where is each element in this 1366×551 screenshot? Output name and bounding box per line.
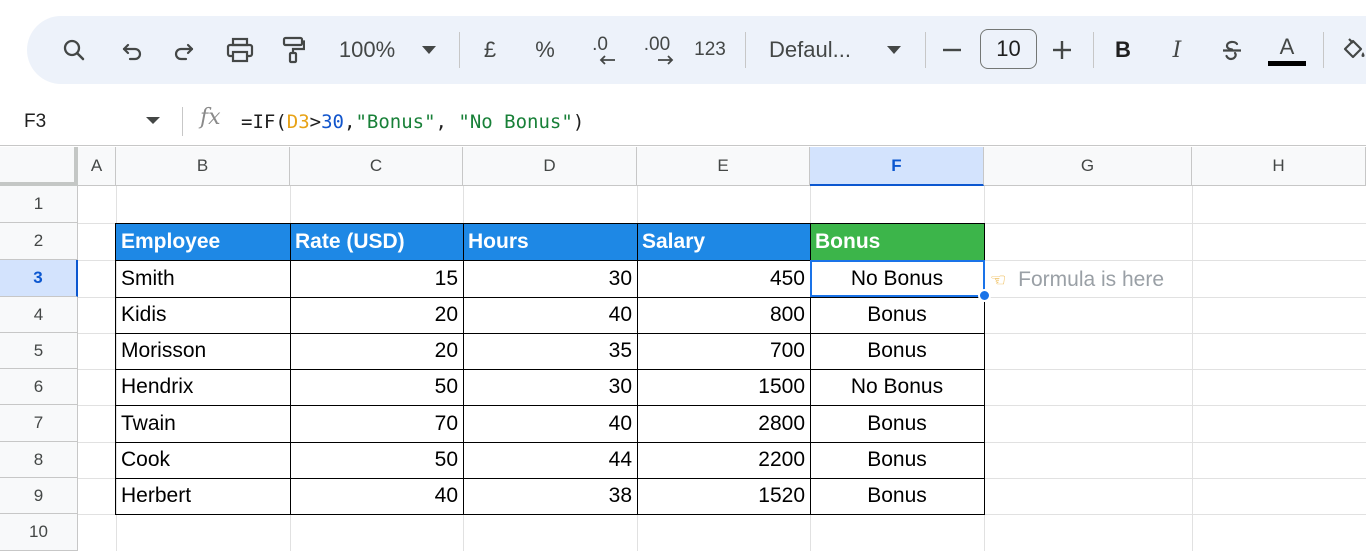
row-header-7[interactable]: 7 [0, 405, 78, 442]
chevron-down-icon[interactable] [146, 117, 160, 124]
chevron-down-icon[interactable] [419, 16, 439, 84]
font-select[interactable]: Defaul... [769, 16, 865, 84]
annotation-note: ☜ Formula is here [990, 262, 1164, 298]
formula-string: "No Bonus" [458, 110, 573, 133]
annotation-text: Formula is here [1018, 268, 1165, 291]
undo-icon[interactable] [116, 16, 148, 84]
row-header-4[interactable]: 4 [0, 297, 78, 333]
column-header-f[interactable]: F [810, 147, 984, 186]
column-header-b[interactable]: B [116, 147, 290, 186]
percent-button[interactable]: % [532, 16, 558, 84]
row-header-2[interactable]: 2 [0, 223, 78, 260]
print-icon[interactable] [222, 16, 258, 84]
name-box[interactable]: F3 [24, 97, 46, 146]
active-cell-selection [810, 260, 985, 297]
formula-input[interactable]: =IF(D3 >30, "Bonus", "No Bonus") [241, 97, 584, 146]
formula-string: "Bonus" [355, 110, 436, 133]
text-color-swatch [1268, 60, 1306, 66]
strikethrough-icon[interactable] [1217, 16, 1247, 84]
row-header-8[interactable]: 8 [0, 442, 78, 478]
spreadsheet-grid: A B C D E F G H 1 2 3 4 5 6 7 8 9 10 Emp… [0, 147, 1366, 551]
italic-button[interactable]: I [1165, 16, 1189, 84]
column-header-a[interactable]: A [78, 147, 116, 186]
column-header-g[interactable]: G [984, 147, 1192, 186]
formula-bar: F3 fx =IF(D3 >30, "Bonus", "No Bonus") [0, 97, 1366, 146]
search-icon[interactable] [57, 16, 91, 84]
select-all-corner[interactable] [0, 147, 78, 186]
column-header-d[interactable]: D [463, 147, 637, 186]
pointing-hand-icon: ☜ [990, 269, 1007, 290]
formula-operator: > [309, 110, 322, 133]
formula-comma: , [344, 110, 356, 133]
row-header-10[interactable]: 10 [0, 514, 78, 551]
redo-icon[interactable] [168, 16, 200, 84]
currency-button[interactable]: £ [479, 16, 501, 84]
minus-icon[interactable] [941, 16, 963, 84]
toolbar-divider [459, 32, 460, 68]
table-border [116, 369, 984, 370]
toolbar-divider [745, 32, 746, 68]
paint-format-icon[interactable] [277, 16, 309, 84]
arrow-right-icon [658, 55, 674, 65]
table-border [116, 442, 984, 443]
row-header-9[interactable]: 9 [0, 478, 78, 514]
toolbar-divider [1323, 32, 1324, 68]
plus-icon[interactable] [1051, 16, 1073, 84]
chevron-down-icon[interactable] [884, 16, 904, 84]
table-border [116, 478, 984, 479]
toolbar-divider [1093, 32, 1094, 68]
toolbar-divider [925, 32, 926, 68]
row-header-6[interactable]: 6 [0, 369, 78, 405]
bold-button[interactable]: B [1111, 16, 1135, 84]
formula-bar-divider [182, 107, 183, 136]
decrease-decimal-button[interactable]: .0 [580, 16, 620, 84]
column-header-e[interactable]: E [637, 147, 810, 186]
row-header-1[interactable]: 1 [0, 186, 78, 223]
formula-close: ) [572, 110, 585, 133]
formula-cell-reference: D3 [286, 110, 310, 133]
text-color-button[interactable]: A [1267, 16, 1307, 84]
column-header-c[interactable]: C [290, 147, 463, 186]
row-header-5[interactable]: 5 [0, 333, 78, 369]
formula-prefix: =IF( [241, 110, 287, 133]
formula-number: 30 [321, 110, 344, 133]
column-header-h[interactable]: H [1192, 147, 1366, 186]
arrow-left-icon [599, 55, 615, 65]
toolbar: 100% £ % .0 .00 123 Defaul... 10 B I A [27, 16, 1366, 84]
decrease-decimal-label: .0 [592, 34, 608, 55]
fill-color-icon[interactable] [1337, 16, 1366, 84]
table-border [116, 297, 984, 298]
increase-decimal-button[interactable]: .00 [634, 16, 680, 84]
increase-decimal-label: .00 [643, 34, 671, 55]
row-header-3[interactable]: 3 [0, 260, 78, 297]
table-border [116, 405, 984, 406]
zoom-select[interactable]: 100% [332, 16, 402, 84]
number-format-button[interactable]: 123 [692, 16, 728, 84]
table-border [116, 333, 984, 334]
function-icon: fx [200, 105, 221, 130]
font-size-input[interactable]: 10 [980, 29, 1037, 69]
text-color-label: A [1279, 33, 1295, 59]
formula-comma: , [435, 110, 459, 133]
